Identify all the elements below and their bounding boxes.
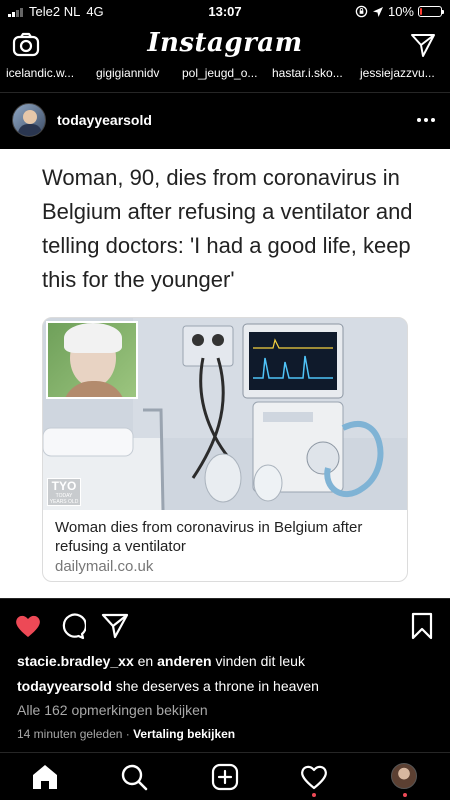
likes-conjunction: en xyxy=(133,653,158,669)
story-item[interactable]: icelandic.w... xyxy=(6,66,74,80)
more-options-icon[interactable] xyxy=(414,108,438,132)
likes-line: stacie.bradley_xx en anderen vinden dit … xyxy=(17,653,305,669)
battery-level xyxy=(420,8,422,15)
likes-suffix: vinden dit leuk xyxy=(211,653,305,669)
divider xyxy=(0,598,450,599)
post-username[interactable]: todayyearsold xyxy=(57,112,152,128)
likes-others-link[interactable]: anderen xyxy=(157,653,211,669)
new-post-icon[interactable] xyxy=(211,763,239,791)
post-image[interactable]: Woman, 90, dies from coronavirus in Belg… xyxy=(0,149,450,598)
like-heart-icon[interactable] xyxy=(14,612,42,640)
divider xyxy=(0,92,450,93)
view-comments-link[interactable]: Alle 162 opmerkingen bekijken xyxy=(17,702,208,718)
inset-portrait xyxy=(46,321,138,399)
location-arrow-icon xyxy=(372,6,383,17)
profile-notification-dot xyxy=(403,793,407,797)
status-bar: Tele2 NL 4G 13:07 10% xyxy=(0,0,450,24)
orientation-lock-icon xyxy=(355,5,368,18)
profile-avatar[interactable] xyxy=(391,763,419,791)
card-photo: TYO TODAY YEARS OLD xyxy=(43,318,407,510)
meta-separator: · xyxy=(122,727,134,741)
home-icon[interactable] xyxy=(31,763,59,791)
post-header: todayyearsold xyxy=(0,96,450,146)
card-domain: dailymail.co.uk xyxy=(55,558,154,575)
story-item[interactable]: pol_jeugd_o... xyxy=(182,66,257,80)
activity-notification-dot xyxy=(312,793,316,797)
share-icon[interactable] xyxy=(101,612,129,640)
post-headline: Woman, 90, dies from coronavirus in Belg… xyxy=(42,165,413,292)
direct-message-icon[interactable] xyxy=(410,32,436,58)
link-preview-card[interactable]: TYO TODAY YEARS OLD Woman dies from coro… xyxy=(42,317,408,582)
instagram-logo: Instagram xyxy=(147,28,303,58)
story-item[interactable]: hastar.i.sko... xyxy=(272,66,343,80)
watermark-logo: TYO TODAY YEARS OLD xyxy=(47,478,81,506)
story-item[interactable]: jessiejazzvu... xyxy=(360,66,435,80)
search-icon[interactable] xyxy=(120,763,148,791)
see-translation-link[interactable]: Vertaling bekijken xyxy=(133,727,235,741)
bookmark-icon[interactable] xyxy=(408,612,436,640)
bottom-tab-bar xyxy=(0,752,450,800)
story-item[interactable]: gigigiannidv xyxy=(96,66,159,80)
battery-icon xyxy=(418,6,444,17)
post-meta: 14 minuten geleden · Vertaling bekijken xyxy=(17,727,235,741)
post-time: 14 minuten geleden xyxy=(17,727,123,741)
caption: todayyearsold she deserves a throne in h… xyxy=(17,678,437,694)
comment-icon[interactable] xyxy=(58,612,86,640)
caption-text: she deserves a throne in heaven xyxy=(111,678,319,694)
liker-username[interactable]: stacie.bradley_xx xyxy=(17,653,134,669)
caption-username[interactable]: todayyearsold xyxy=(17,678,112,694)
status-right: 10% xyxy=(355,4,444,19)
post-actions xyxy=(0,606,450,646)
battery-percent: 10% xyxy=(387,4,414,19)
card-caption: Woman dies from coronavirus in Belgium a… xyxy=(55,519,363,555)
activity-icon[interactable] xyxy=(300,763,328,791)
stories-row: icelandic.w... gigigiannidv pol_jeugd_o.… xyxy=(0,66,450,84)
avatar[interactable] xyxy=(12,103,46,137)
app-header: Instagram xyxy=(0,24,450,64)
